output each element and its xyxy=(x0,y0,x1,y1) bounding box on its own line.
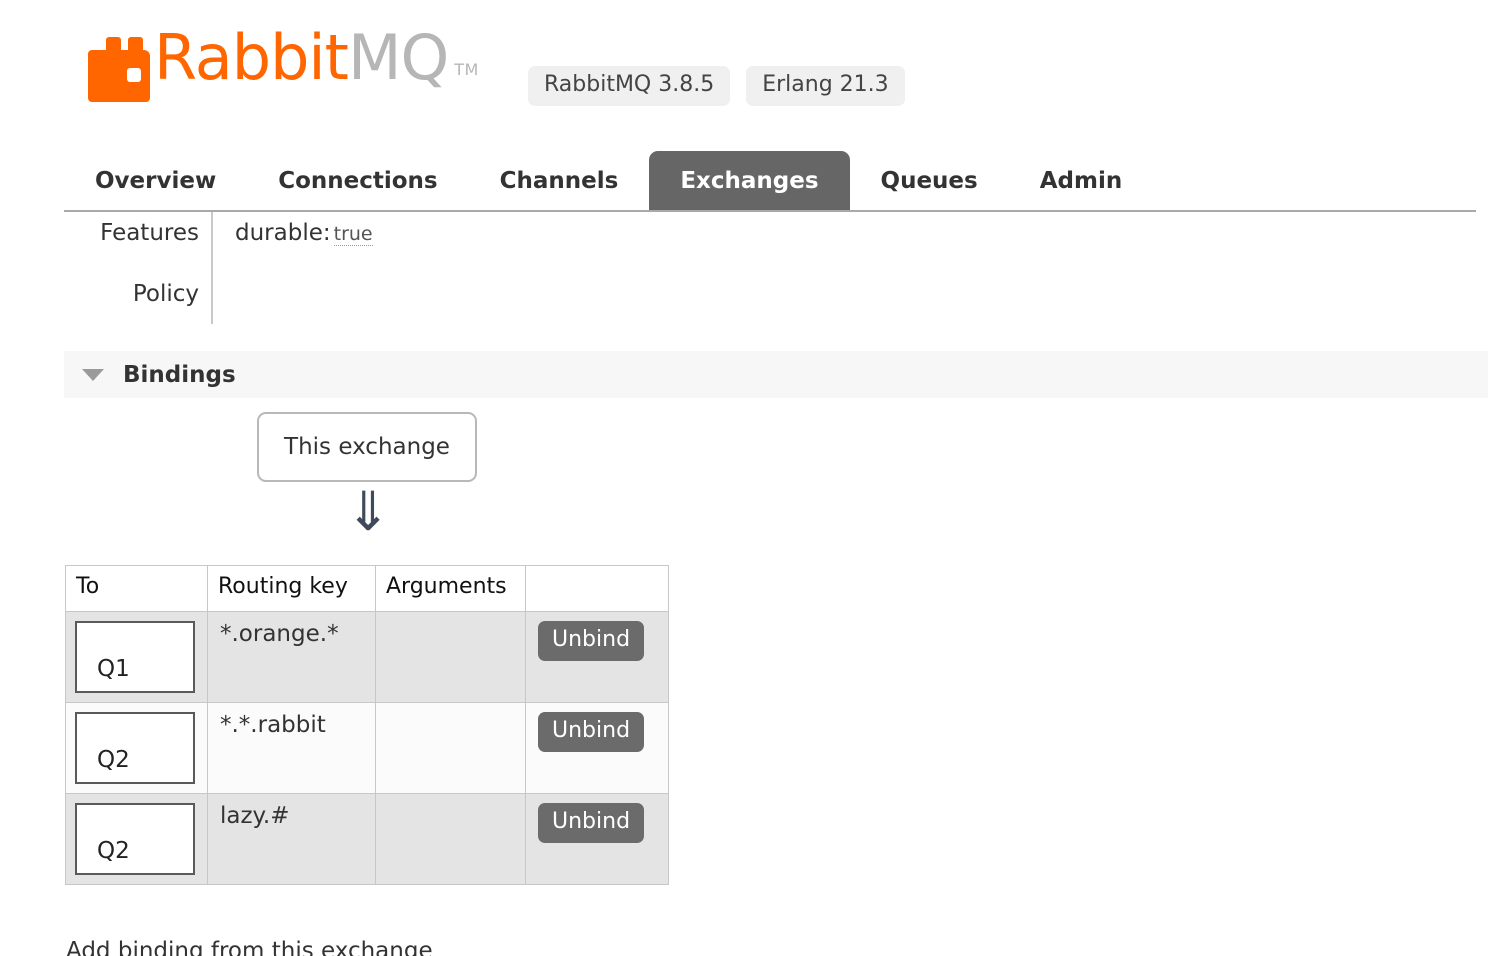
status-badge-rabbitmq-version: RabbitMQ 3.8.5 xyxy=(528,66,731,106)
tab-admin[interactable]: Admin xyxy=(1009,151,1154,210)
logo-text-mq: MQ xyxy=(347,21,449,94)
binding-destination-cell: Q2 xyxy=(65,793,208,885)
table-header-row: To Routing key Arguments xyxy=(65,565,669,612)
table-row: Q2 lazy.# Unbind xyxy=(65,793,669,885)
features-value: durable: true xyxy=(235,220,373,246)
queue-label: Q2 xyxy=(97,838,130,864)
tab-queues[interactable]: Queues xyxy=(850,151,1009,210)
logo-trademark: TM xyxy=(454,60,479,79)
queue-label: Q2 xyxy=(97,747,130,773)
binding-arguments-cell xyxy=(375,702,526,794)
status-badge-erlang-version: Erlang 21.3 xyxy=(746,66,905,106)
binding-action-cell: Unbind xyxy=(525,702,669,794)
queue-label: Q1 xyxy=(97,656,130,682)
queue-node[interactable]: Q2 xyxy=(75,803,195,875)
table-row: Q1 *.orange.* Unbind xyxy=(65,611,669,703)
add-binding-heading: Add binding from this exchange xyxy=(66,938,433,956)
rabbitmq-logo[interactable]: RabbitMQ TM xyxy=(88,24,479,102)
tab-channels[interactable]: Channels xyxy=(469,151,650,210)
table-row: Q2 *.*.rabbit Unbind xyxy=(65,702,669,794)
binding-action-cell: Unbind xyxy=(525,611,669,703)
features-label: Features xyxy=(100,220,199,246)
binding-destination-cell: Q1 xyxy=(65,611,208,703)
double-down-arrow-icon: ⇓ xyxy=(345,480,391,543)
bindings-table: To Routing key Arguments Q1 *.orange.* U… xyxy=(65,565,669,885)
binding-routing-key-cell: *.*.rabbit xyxy=(207,702,376,794)
durable-value: true xyxy=(333,223,373,246)
version-badges: RabbitMQ 3.8.5 Erlang 21.3 xyxy=(528,66,905,106)
bindings-section-header[interactable]: Bindings xyxy=(64,351,1488,398)
tab-exchanges[interactable]: Exchanges xyxy=(649,151,850,210)
column-header-routing-key: Routing key xyxy=(207,565,376,612)
queue-node[interactable]: Q1 xyxy=(75,621,195,693)
exchange-details: Features Policy durable: true xyxy=(64,212,764,324)
details-divider xyxy=(211,212,213,324)
this-exchange-label: This exchange xyxy=(284,434,450,460)
chevron-down-icon[interactable] xyxy=(82,368,104,381)
this-exchange-node: This exchange xyxy=(257,412,477,482)
tab-overview[interactable]: Overview xyxy=(64,151,247,210)
binding-routing-key-cell: lazy.# xyxy=(207,793,376,885)
logo-wordmark: RabbitMQ TM xyxy=(154,27,479,105)
rabbitmq-logo-icon xyxy=(88,37,150,102)
binding-action-cell: Unbind xyxy=(525,793,669,885)
bindings-section-title: Bindings xyxy=(123,361,236,388)
tab-connections[interactable]: Connections xyxy=(247,151,468,210)
column-header-to: To xyxy=(65,565,208,612)
column-header-arguments: Arguments xyxy=(375,565,526,612)
binding-destination-cell: Q2 xyxy=(65,702,208,794)
durable-key: durable: xyxy=(235,220,331,246)
column-header-actions xyxy=(525,565,669,612)
rabbitmq-management-page: RabbitMQ TM RabbitMQ 3.8.5 Erlang 21.3 Ov… xyxy=(0,0,1488,956)
page-header: RabbitMQ TM RabbitMQ 3.8.5 Erlang 21.3 xyxy=(0,0,1488,140)
queue-node[interactable]: Q2 xyxy=(75,712,195,784)
binding-routing-key-cell: *.orange.* xyxy=(207,611,376,703)
main-navigation: Overview Connections Channels Exchanges … xyxy=(64,151,1153,210)
logo-text-rabbit: Rabbit xyxy=(154,21,349,94)
policy-label: Policy xyxy=(132,281,199,307)
unbind-button[interactable]: Unbind xyxy=(538,621,645,661)
binding-arguments-cell xyxy=(375,611,526,703)
binding-arguments-cell xyxy=(375,793,526,885)
unbind-button[interactable]: Unbind xyxy=(538,803,645,843)
unbind-button[interactable]: Unbind xyxy=(538,712,645,752)
